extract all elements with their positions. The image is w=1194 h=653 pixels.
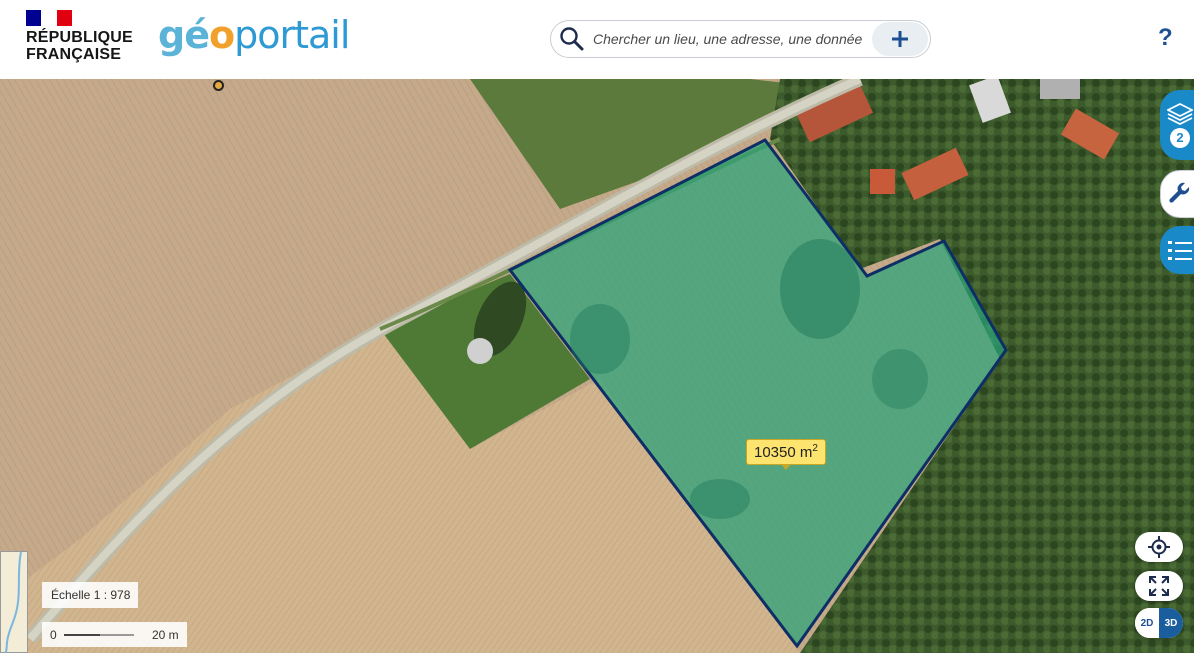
minimap-map (4, 551, 22, 653)
mode-2d-button[interactable]: 2D (1135, 608, 1159, 638)
geoportail-app: RÉPUBLIQUE FRANÇAISE géoportail Chercher… (0, 0, 1194, 653)
search-input[interactable]: Chercher un lieu, une adresse, une donné… (589, 31, 872, 47)
aerial-imagery (0, 79, 1194, 653)
gov-name-line1: RÉPUBLIQUE (26, 29, 133, 46)
layers-count-badge: 2 (1170, 127, 1190, 148)
french-flag-icon (26, 10, 72, 26)
help-button[interactable]: ? (1158, 24, 1173, 52)
scale-line (64, 634, 134, 636)
logo-portail-text: portail (234, 13, 350, 57)
plus-icon (892, 31, 908, 47)
advanced-search-button[interactable] (872, 22, 928, 56)
search-bar[interactable]: Chercher un lieu, une adresse, une donné… (550, 20, 931, 58)
scale-ratio: Échelle 1 : 978 (42, 582, 138, 608)
list-icon (1168, 241, 1192, 260)
layers-button[interactable]: 2 (1160, 90, 1194, 160)
overview-minimap[interactable] (0, 551, 28, 653)
republique-francaise-logo[interactable]: RÉPUBLIQUE FRANÇAISE (26, 10, 136, 70)
parcel-area-label: 10350 m2 (746, 439, 826, 470)
fullscreen-icon (1149, 576, 1169, 596)
area-unit-exponent: 2 (812, 443, 818, 454)
logo-letter-e: é (184, 13, 210, 57)
scale-zero-label: 0 (50, 628, 57, 642)
view-mode-toggle[interactable]: 2D 3D (1135, 608, 1183, 638)
locate-button[interactable] (1135, 532, 1183, 562)
layers-icon (1167, 102, 1193, 125)
tools-button[interactable] (1160, 170, 1194, 218)
locate-icon (1148, 536, 1170, 558)
header: RÉPUBLIQUE FRANÇAISE géoportail Chercher… (0, 0, 1194, 79)
legend-button[interactable] (1160, 226, 1194, 274)
logo-letter-g: g (158, 13, 185, 57)
map-view[interactable]: 10350 m2 (0, 79, 1194, 653)
wrench-icon (1169, 182, 1190, 203)
scale-bar: 0 20 m (42, 622, 187, 647)
gov-name-line2: FRANÇAISE (26, 46, 122, 63)
logo-letter-o: o (208, 13, 235, 57)
geoportail-logo[interactable]: géoportail (158, 10, 350, 60)
map-marker[interactable] (213, 80, 224, 91)
area-value: 10350 m (754, 444, 813, 461)
scale-distance-label: 20 m (152, 628, 179, 642)
search-icon[interactable] (555, 22, 589, 56)
fullscreen-button[interactable] (1135, 571, 1183, 601)
